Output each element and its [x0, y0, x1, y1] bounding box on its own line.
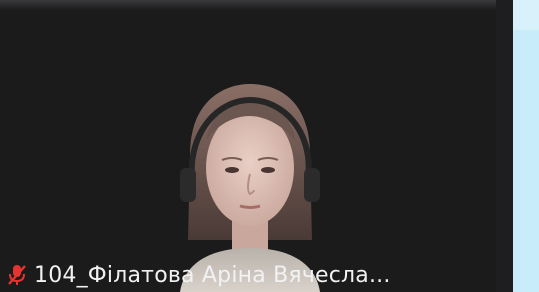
- participant-video-tile[interactable]: 104_Філатова Аріна Вячесла...: [0, 0, 513, 292]
- video-top-strip: [0, 0, 513, 10]
- mic-muted-icon: [6, 264, 28, 286]
- participant-name: 104_Філатова Аріна Вячесла...: [34, 262, 391, 288]
- sidebar-panel: [513, 30, 539, 292]
- sidebar-panel-top: [513, 0, 539, 30]
- video-right-edge: [496, 0, 513, 292]
- participant-label-bar: 104_Філатова Аріна Вячесла...: [0, 258, 496, 292]
